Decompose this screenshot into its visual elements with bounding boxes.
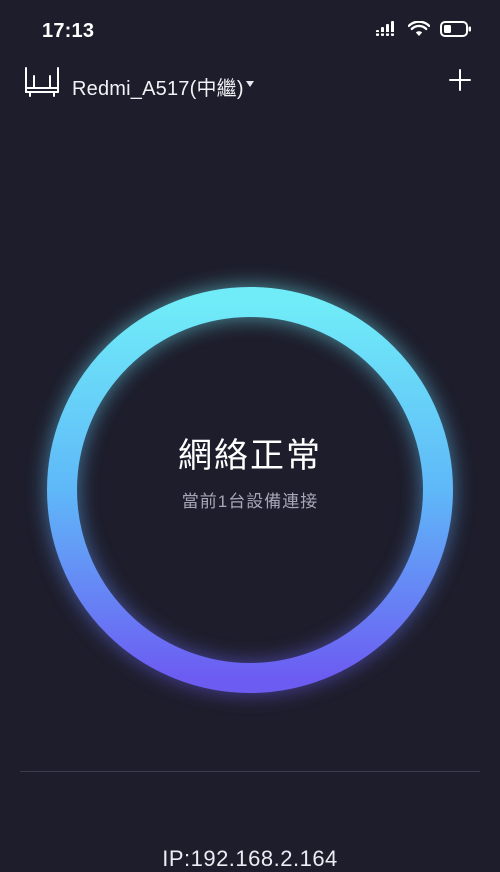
ip-address: IP:192.168.2.164 <box>162 846 338 871</box>
device-name[interactable]: Redmi_A517(中繼) <box>72 72 244 101</box>
status-icons <box>376 21 472 37</box>
battery-icon <box>440 21 471 37</box>
caret-down-icon[interactable] <box>246 81 254 87</box>
divider <box>20 771 480 772</box>
header: Redmi_A517(中繼) <box>0 62 500 110</box>
plus-icon[interactable] <box>448 68 472 92</box>
wifi-icon <box>408 21 430 36</box>
signal-icon <box>376 21 394 36</box>
router-icon[interactable] <box>22 66 62 98</box>
status-bar: 17:13 <box>0 0 500 62</box>
status-time: 17:13 <box>42 20 95 42</box>
network-status-ring <box>46 286 454 694</box>
